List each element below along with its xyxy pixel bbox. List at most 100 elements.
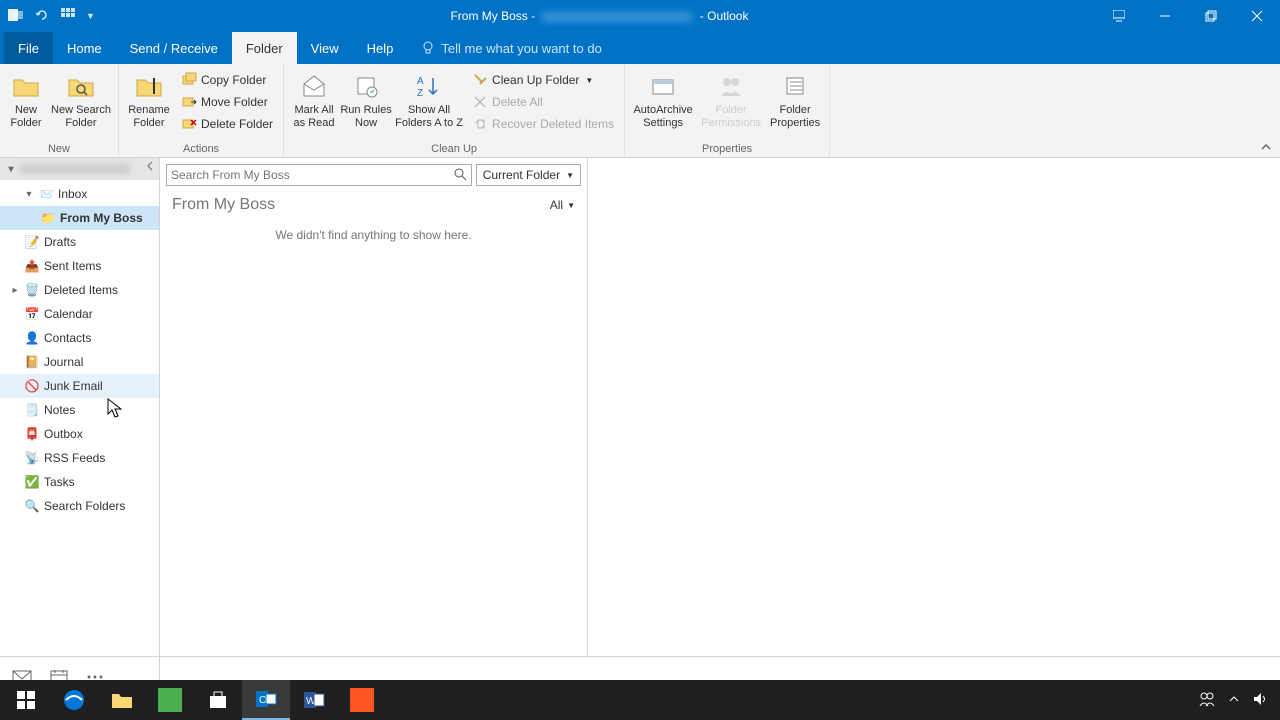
folder-inbox[interactable]: ▾📨Inbox [0, 182, 159, 206]
close-button[interactable] [1234, 0, 1280, 32]
start-button[interactable] [2, 680, 50, 720]
message-list-pane: Search From My Boss Current Folder▼ From… [160, 158, 588, 656]
window-controls [1096, 0, 1280, 32]
properties-icon [765, 70, 825, 102]
tasks-icon: ✅ [24, 474, 40, 490]
autoarchive-button[interactable]: AutoArchive Settings [629, 66, 697, 130]
maximize-button[interactable] [1188, 0, 1234, 32]
taskbar-explorer[interactable] [98, 680, 146, 720]
tray-people-icon[interactable] [1198, 690, 1216, 711]
delete-all-button[interactable]: Delete All [466, 92, 620, 112]
taskbar-word[interactable]: W [290, 680, 338, 720]
taskbar-edge[interactable] [50, 680, 98, 720]
svg-text:Z: Z [417, 88, 423, 98]
folder-notes[interactable]: 🗒️Notes [0, 398, 159, 422]
tab-file[interactable]: File [4, 32, 53, 64]
folder-from-my-boss[interactable]: 📁From My Boss [0, 206, 159, 230]
move-folder-button[interactable]: Move Folder [175, 92, 279, 112]
lightbulb-icon [421, 41, 435, 55]
tab-home[interactable]: Home [53, 32, 116, 64]
search-scope-dropdown[interactable]: Current Folder▼ [476, 164, 581, 186]
tell-me-search[interactable]: Tell me what you want to do [407, 32, 615, 64]
folder-sent-items[interactable]: 📤Sent Items [0, 254, 159, 278]
copy-icon [181, 72, 197, 88]
cleanup-folder-button[interactable]: Clean Up Folder▼ [466, 70, 620, 90]
empty-list-message: We didn't find anything to show here. [160, 228, 587, 242]
folder-journal[interactable]: 📔Journal [0, 350, 159, 374]
journal-icon: 📔 [24, 354, 40, 370]
calendar-icon: 📅 [24, 306, 40, 322]
contacts-icon: 👤 [24, 330, 40, 346]
new-folder-button[interactable]: New Folder [4, 66, 48, 130]
tab-send-receive[interactable]: Send / Receive [116, 32, 232, 64]
ribbon-display-options-icon[interactable] [1096, 0, 1142, 32]
svg-text:A: A [417, 76, 424, 87]
system-tray [1198, 690, 1278, 711]
tab-folder[interactable]: Folder [232, 32, 297, 64]
search-input[interactable]: Search From My Boss [166, 164, 472, 186]
folder-properties-button[interactable]: Folder Properties [765, 66, 825, 130]
folder-drafts[interactable]: 📝Drafts [0, 230, 159, 254]
taskbar-outlook[interactable]: O [242, 680, 290, 720]
outlook-icon [8, 7, 24, 26]
account-header[interactable]: ▾ [0, 158, 159, 180]
folder-calendar[interactable]: 📅Calendar [0, 302, 159, 326]
new-search-folder-button[interactable]: New Search Folder [48, 66, 114, 130]
recover-deleted-button[interactable]: Recover Deleted Items [466, 114, 620, 134]
title-app-name: Outlook [707, 9, 748, 23]
qat-dropdown-icon[interactable]: ▼ [86, 11, 95, 21]
folder-rss-feeds[interactable]: 📡RSS Feeds [0, 446, 159, 470]
title-account-redacted [542, 12, 692, 22]
taskbar-store[interactable] [194, 680, 242, 720]
folder-junk-email[interactable]: 🚫Junk Email [0, 374, 159, 398]
group-label-cleanup: Clean Up [284, 143, 624, 157]
mark-all-read-button[interactable]: Mark All as Read [288, 66, 340, 130]
folder-outbox[interactable]: 📮Outbox [0, 422, 159, 446]
delete-all-icon [472, 94, 488, 110]
folder-tasks[interactable]: ✅Tasks [0, 470, 159, 494]
collapse-ribbon-button[interactable] [1258, 139, 1274, 155]
folder-contacts[interactable]: 👤Contacts [0, 326, 159, 350]
expand-icon: ▾ [6, 164, 16, 175]
edge-icon [62, 688, 86, 712]
title-folder-name: From My Boss [450, 9, 527, 23]
move-icon [181, 94, 197, 110]
show-all-folders-button[interactable]: AZ Show All Folders A to Z [392, 66, 466, 130]
rename-icon [123, 70, 175, 102]
app-icon [350, 688, 374, 712]
ribbon: New Folder New Search Folder New Rename … [0, 64, 1280, 158]
group-label-new: New [0, 143, 118, 157]
word-icon: W [302, 688, 326, 712]
rename-folder-button[interactable]: Rename Folder [123, 66, 175, 130]
copy-folder-button[interactable]: Copy Folder [175, 70, 279, 90]
group-label-actions: Actions [119, 143, 283, 157]
grid-icon[interactable] [60, 7, 76, 26]
expand-icon: ▸ [10, 285, 20, 296]
tell-me-label: Tell me what you want to do [441, 41, 601, 56]
tray-volume-icon[interactable] [1252, 691, 1268, 710]
search-icon[interactable] [453, 167, 467, 184]
tab-view[interactable]: View [297, 32, 353, 64]
tray-chevron-icon[interactable] [1228, 693, 1240, 708]
minimize-button[interactable] [1142, 0, 1188, 32]
folder-icon [110, 690, 134, 710]
delete-folder-button[interactable]: Delete Folder [175, 114, 279, 134]
undo-icon[interactable] [34, 7, 50, 26]
minimize-folder-pane-button[interactable] [145, 160, 155, 174]
taskbar-app-orange[interactable] [338, 680, 386, 720]
tab-help[interactable]: Help [353, 32, 408, 64]
notes-icon: 🗒️ [24, 402, 40, 418]
envelope-open-icon [288, 70, 340, 102]
list-filter-dropdown[interactable]: All▼ [550, 198, 575, 212]
folder-permissions-button[interactable]: Folder Permissions [697, 66, 765, 130]
rss-icon: 📡 [24, 450, 40, 466]
taskbar-app-green[interactable] [146, 680, 194, 720]
run-rules-button[interactable]: Run Rules Now [340, 66, 392, 130]
folder-search-folders[interactable]: 🔍Search Folders [0, 494, 159, 518]
folder-pane: ▾ ▾📨Inbox 📁From My Boss 📝Drafts 📤Sent It… [0, 158, 160, 656]
expand-icon: ▾ [24, 189, 34, 200]
inbox-icon: 📨 [38, 186, 54, 202]
folder-deleted-items[interactable]: ▸🗑️Deleted Items [0, 278, 159, 302]
group-label-properties: Properties [625, 143, 829, 157]
group-actions: Rename Folder Copy Folder Move Folder De… [119, 64, 284, 157]
